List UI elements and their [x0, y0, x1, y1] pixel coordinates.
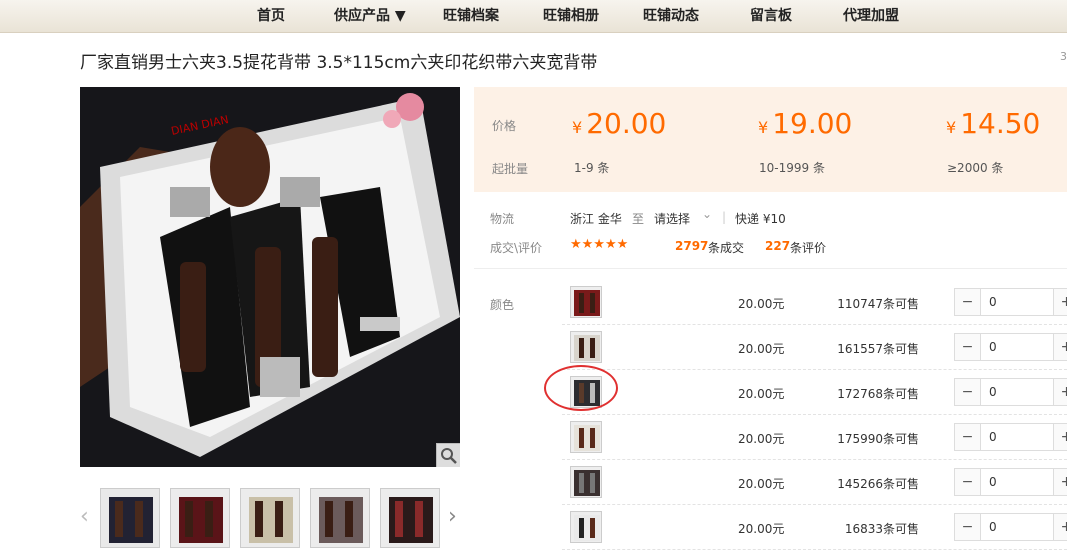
sku-stock: 16833条可售	[844, 522, 919, 536]
quantity-input[interactable]: 0	[989, 295, 997, 309]
review-count[interactable]: 227	[765, 239, 790, 253]
quantity-stepper: −0 +	[954, 378, 1067, 406]
increment-button[interactable]: +	[1053, 469, 1067, 495]
zoom-button[interactable]	[436, 443, 460, 467]
increment-button[interactable]: +	[1053, 379, 1067, 405]
quantity-input[interactable]: 0	[989, 520, 997, 534]
sku-price: 20.00元	[738, 297, 785, 311]
top-nav: 首页 供应产品 ▼ 旺铺档案 旺铺相册 旺铺动态 留言板 代理加盟	[0, 0, 1067, 33]
title-extra: 3	[1060, 50, 1067, 63]
review-unit[interactable]: 条评价	[790, 239, 826, 256]
thumbnail[interactable]	[100, 488, 160, 548]
sku-price: 20.00元	[738, 342, 785, 356]
nav-guestbook[interactable]: 留言板	[750, 0, 792, 33]
divider	[474, 268, 1067, 269]
price-panel: 价格 起批量 ¥20.00 ¥19.00 ¥14.50 1-9 条 10-199…	[474, 87, 1067, 192]
thumbnail[interactable]	[170, 488, 230, 548]
sku-price: 20.00元	[738, 432, 785, 446]
increment-button[interactable]: +	[1053, 514, 1067, 540]
quantity-input[interactable]: 0	[989, 475, 997, 489]
nav-agent[interactable]: 代理加盟	[843, 0, 899, 33]
sku-row: 20.00元 161557条可售 −0 +	[562, 325, 1067, 370]
suspenders-box-illustration: DIAN DIAN	[80, 87, 460, 467]
decrement-button[interactable]: −	[955, 379, 981, 405]
rating-stars: ★★★★★	[570, 237, 629, 252]
logistics-label: 物流	[490, 212, 515, 226]
price-label: 价格	[492, 119, 517, 133]
quantity-stepper: −0 +	[954, 513, 1067, 541]
decrement-button[interactable]: −	[955, 334, 981, 360]
nav-news[interactable]: 旺铺动态	[643, 0, 699, 33]
price-tier-3: ¥14.50	[946, 107, 1041, 140]
sold-count: 2797	[675, 239, 709, 253]
deals-label: 成交\评价	[490, 241, 543, 255]
increment-button[interactable]: +	[1053, 424, 1067, 450]
nav-home[interactable]: 首页	[257, 0, 285, 33]
decrement-button[interactable]: −	[955, 469, 981, 495]
quantity-stepper: −0 +	[954, 288, 1067, 316]
quantity-stepper: −0 +	[954, 423, 1067, 451]
sku-stock: 172768条可售	[837, 387, 919, 401]
quantity-input[interactable]: 0	[989, 430, 997, 444]
main-product-image[interactable]: DIAN DIAN	[80, 87, 460, 467]
express-fee: 快递 ¥10	[735, 212, 786, 226]
decrement-button[interactable]: −	[955, 289, 981, 315]
quantity-input[interactable]: 0	[989, 385, 997, 399]
tier-range-1: 1-9 条	[574, 161, 610, 175]
sold-unit: 条成交	[708, 241, 745, 255]
product-title: 厂家直销男士六夹3.5提花背带 3.5*115cm六夹印花织带六夹宽背带	[80, 53, 598, 73]
color-label: 颜色	[490, 298, 515, 312]
ship-to-sep: 至	[632, 212, 645, 226]
color-swatch[interactable]	[570, 421, 602, 453]
thumb-next-arrow[interactable]: ›	[448, 504, 457, 529]
nav-album[interactable]: 旺铺相册	[543, 0, 599, 33]
destination-select[interactable]: 请选择	[654, 210, 690, 227]
sku-price: 20.00元	[738, 387, 785, 401]
magnifier-icon	[441, 448, 457, 464]
color-swatch[interactable]	[570, 466, 602, 498]
highlight-circle-annotation	[544, 365, 618, 411]
price-tier-1: ¥20.00	[572, 107, 667, 140]
nav-products[interactable]: 供应产品 ▼	[334, 0, 406, 33]
sku-stock: 110747条可售	[837, 297, 919, 311]
thumbnail[interactable]	[240, 488, 300, 548]
color-swatch[interactable]	[570, 331, 602, 363]
tier-range-2: 10-1999 条	[759, 161, 825, 175]
sku-price: 20.00元	[738, 477, 785, 491]
increment-button[interactable]: +	[1053, 289, 1067, 315]
ship-from: 浙江 金华	[570, 212, 622, 226]
sku-row: 20.00元 175990条可售 −0 +	[562, 415, 1067, 460]
sku-row: 20.00元 145266条可售 −0 +	[562, 460, 1067, 505]
quantity-stepper: −0 +	[954, 333, 1067, 361]
nav-profile[interactable]: 旺铺档案	[443, 0, 499, 33]
color-swatch[interactable]	[570, 511, 602, 543]
chevron-down-icon[interactable]: ⌄	[702, 207, 712, 221]
thumbnail-strip: ‹ ›	[80, 486, 465, 550]
quantity-stepper: −0 +	[954, 468, 1067, 496]
quantity-input[interactable]: 0	[989, 340, 997, 354]
sku-stock: 145266条可售	[837, 477, 919, 491]
decrement-button[interactable]: −	[955, 514, 981, 540]
increment-button[interactable]: +	[1053, 334, 1067, 360]
decrement-button[interactable]: −	[955, 424, 981, 450]
tier-range-3: ≥2000 条	[947, 161, 1004, 175]
price-tier-2: ¥19.00	[758, 107, 853, 140]
sku-stock: 161557条可售	[837, 342, 919, 356]
sku-stock: 175990条可售	[837, 432, 919, 446]
color-swatch[interactable]	[570, 286, 602, 318]
thumbnail[interactable]	[380, 488, 440, 548]
sku-row: 20.00元 172768条可售 −0 +	[562, 370, 1067, 415]
sku-price: 20.00元	[738, 522, 785, 536]
sku-row: 20.00元 16833条可售 −0 +	[562, 505, 1067, 550]
thumbnail[interactable]	[310, 488, 370, 548]
moq-label: 起批量	[492, 162, 529, 176]
sku-row: 20.00元 110747条可售 −0 +	[562, 280, 1067, 325]
thumb-prev-arrow[interactable]: ‹	[80, 504, 89, 529]
